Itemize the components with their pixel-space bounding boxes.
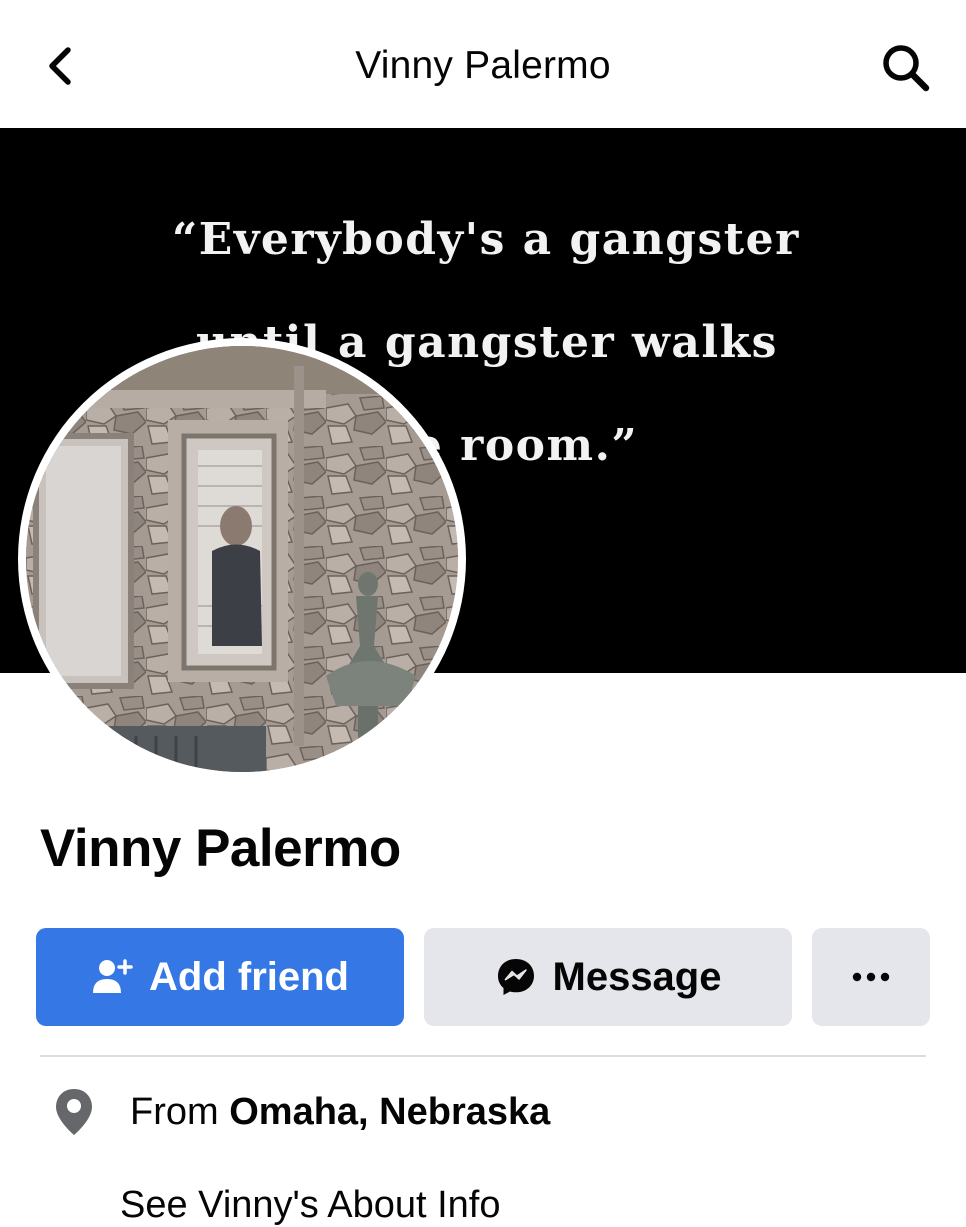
location-pin-icon — [52, 1087, 96, 1137]
search-button[interactable] — [876, 40, 936, 96]
top-bar: Vinny Palermo — [0, 0, 966, 128]
from-prefix: From — [130, 1090, 219, 1133]
message-button[interactable]: Message — [424, 928, 792, 1026]
more-dots-icon — [852, 972, 890, 982]
page-title: Vinny Palermo — [355, 44, 611, 87]
section-divider — [40, 1055, 926, 1057]
add-friend-label: Add friend — [149, 954, 349, 999]
info-from-row: From Omaha, Nebraska — [52, 1084, 550, 1140]
from-location[interactable]: Omaha, Nebraska — [229, 1091, 550, 1133]
profile-picture[interactable] — [26, 346, 458, 772]
profile-picture-ring — [18, 338, 466, 780]
search-icon — [883, 45, 930, 92]
about-info-link[interactable]: See Vinny's About Info — [120, 1184, 501, 1227]
quote-line-1: “Everybody's a gangster — [172, 214, 800, 265]
add-person-icon — [91, 957, 133, 997]
profile-name: Vinny Palermo — [40, 819, 401, 878]
add-friend-button[interactable]: Add friend — [36, 928, 404, 1026]
profile-photo-image — [26, 346, 458, 772]
messenger-icon — [495, 956, 537, 998]
message-label: Message — [552, 954, 722, 999]
more-options-button[interactable] — [812, 928, 930, 1026]
